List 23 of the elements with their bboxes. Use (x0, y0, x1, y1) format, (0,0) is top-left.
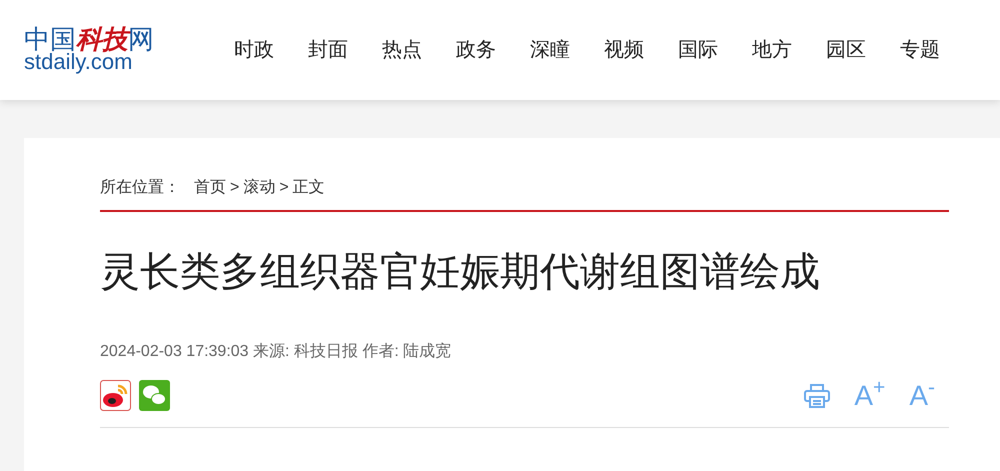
nav-link[interactable]: 视频 (604, 35, 644, 65)
breadcrumb-current: 正文 (292, 178, 325, 198)
breadcrumb-label: 所在位置： (100, 178, 180, 198)
weibo-icon[interactable] (100, 380, 131, 411)
breadcrumb-link[interactable]: 滚动 (243, 176, 276, 200)
nav-link[interactable]: 深瞳 (530, 35, 570, 65)
print-icon[interactable] (804, 384, 830, 408)
nav-link[interactable]: 专题 (900, 35, 940, 65)
nav-link[interactable]: 国际 (678, 35, 718, 65)
article-title: 灵长类多组织器官妊娠期代谢组图谱绘成 (100, 249, 821, 296)
nav-link[interactable]: 地方 (752, 35, 792, 65)
nav-link[interactable]: 政务 (456, 35, 496, 65)
logo-domain: stdaily.com (24, 51, 132, 73)
nav-link[interactable]: 时政 (234, 35, 274, 65)
article-meta: 2024-02-03 17:39:03 来源: 科技日报 作者: 陆成宽 (100, 342, 452, 362)
breadcrumb-separator: > (230, 178, 240, 198)
breadcrumb-link[interactable]: 首页 (194, 176, 226, 200)
wechat-icon[interactable] (139, 380, 170, 411)
site-logo[interactable]: 中国科技网 stdaily.com (24, 27, 174, 73)
nav-link[interactable]: 热点 (382, 35, 422, 65)
nav-link[interactable]: 园区 (826, 35, 866, 65)
breadcrumb-separator: > (279, 178, 289, 198)
nav-link[interactable]: 封面 (308, 35, 348, 65)
